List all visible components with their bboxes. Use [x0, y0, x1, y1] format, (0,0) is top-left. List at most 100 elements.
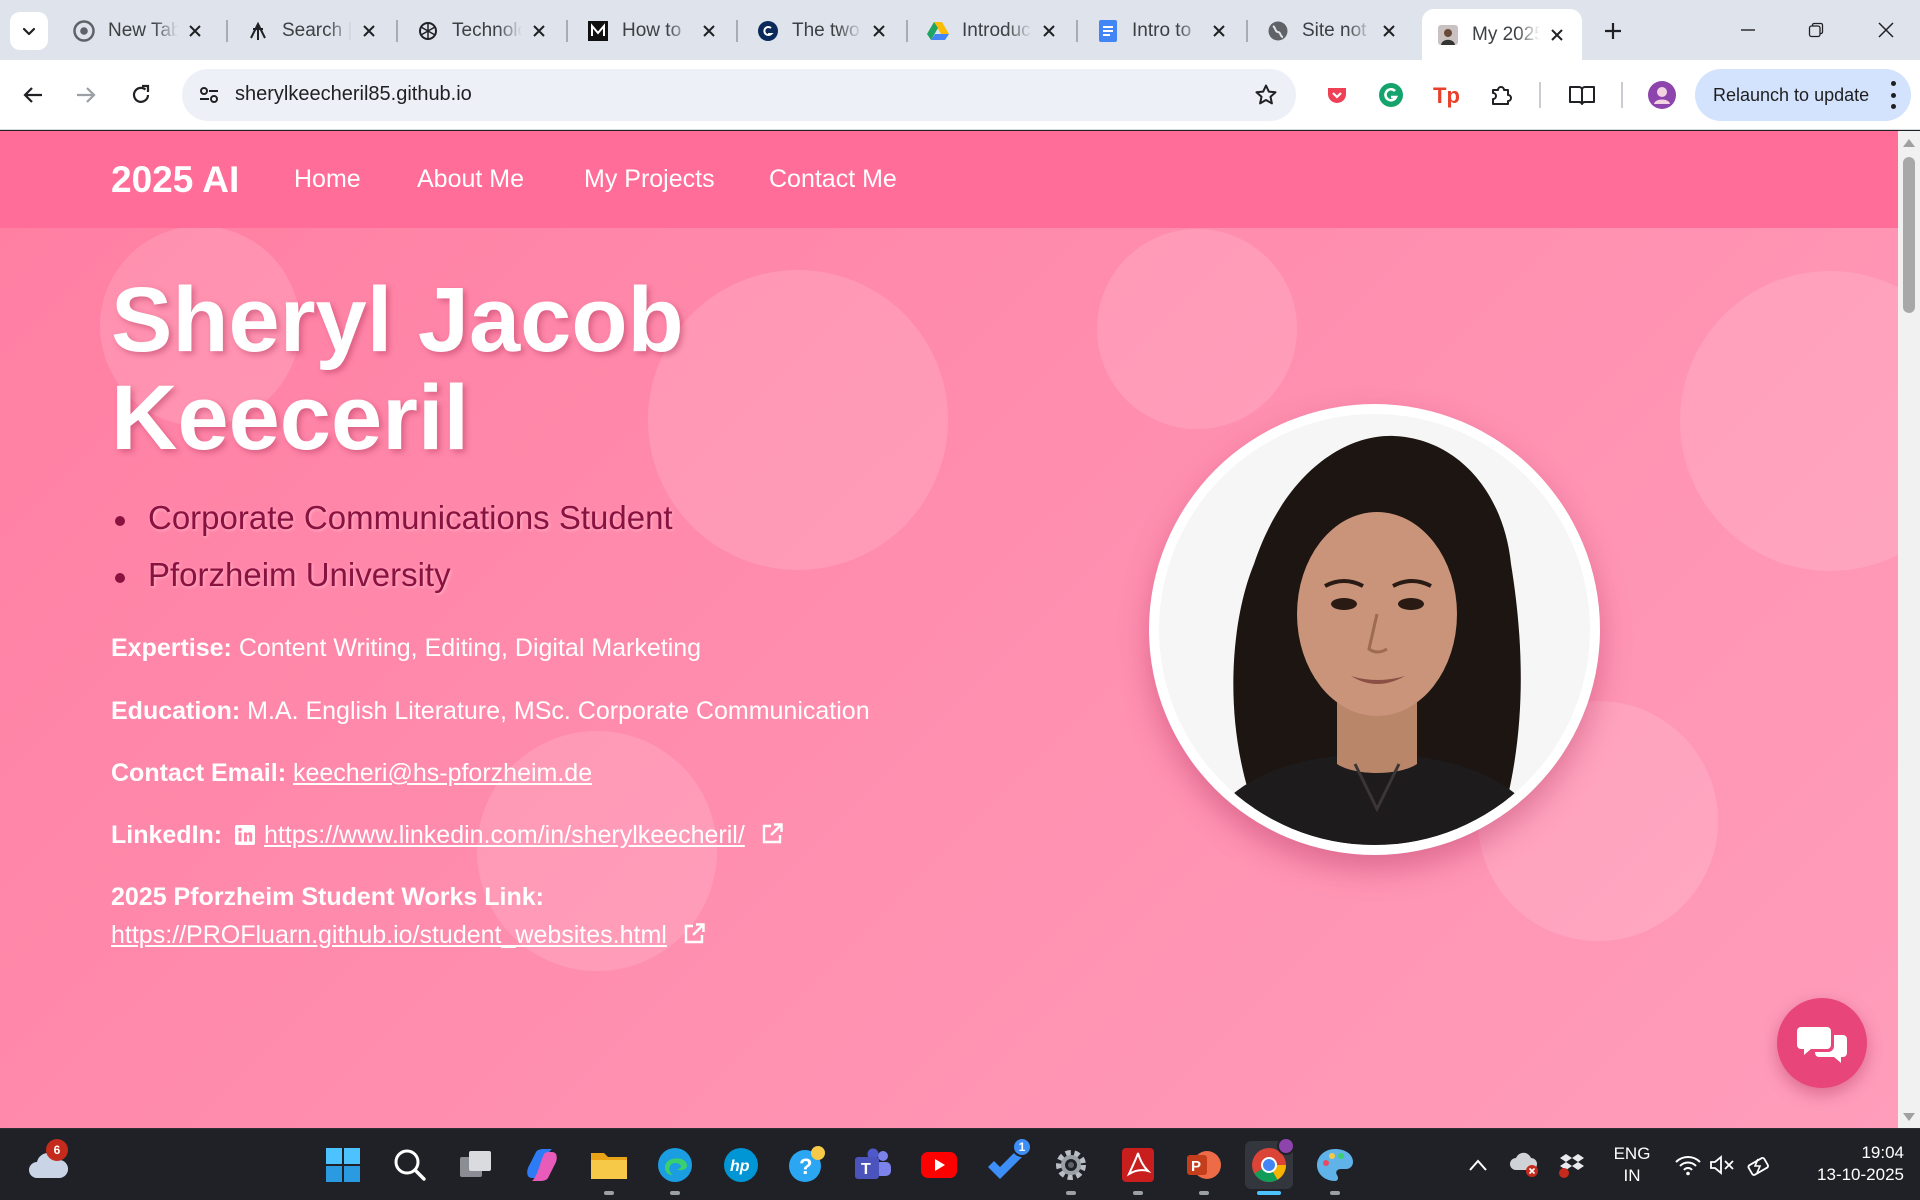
close-tab-icon[interactable] — [698, 20, 720, 42]
new-tab-button[interactable] — [1595, 13, 1631, 49]
url-text[interactable]: sherylkeecheril85.github.io — [235, 83, 472, 106]
external-link-icon[interactable] — [682, 922, 706, 946]
dropbox-tray-icon[interactable] — [1550, 1141, 1594, 1189]
site-brand[interactable]: 2025 AI — [111, 159, 239, 201]
nav-link-about-me[interactable]: About Me — [417, 165, 524, 194]
scroll-up-icon[interactable] — [1903, 139, 1915, 147]
page-scrollbar[interactable] — [1898, 131, 1920, 1128]
address-bar[interactable]: sherylkeecheril85.github.io — [182, 69, 1296, 121]
hp-app[interactable]: hp — [717, 1141, 765, 1189]
tp-extension-icon[interactable]: Tp — [1431, 80, 1461, 110]
powerpoint-icon: P — [1187, 1151, 1221, 1179]
onedrive-tray-icon[interactable] — [1502, 1141, 1546, 1189]
chrome-profile-badge — [1277, 1137, 1295, 1155]
powerpoint-app[interactable]: P — [1180, 1141, 1228, 1195]
clock[interactable]: 19:04 13-10-2025 — [1786, 1142, 1904, 1186]
site-g-icon — [756, 19, 780, 43]
scroll-down-icon[interactable] — [1903, 1113, 1915, 1121]
todo-app[interactable]: 1 — [981, 1137, 1032, 1189]
wifi-icon — [1675, 1156, 1701, 1176]
copilot-app[interactable] — [518, 1141, 566, 1189]
chrome-app[interactable] — [1245, 1137, 1295, 1195]
weather-widget[interactable]: 6 — [24, 1139, 72, 1189]
cloud-error-icon — [1510, 1152, 1538, 1177]
close-tab-icon[interactable] — [868, 20, 890, 42]
tab-title: How to — [622, 20, 682, 41]
language-indicator[interactable]: ENG IN — [1604, 1143, 1660, 1187]
paint-app[interactable] — [1311, 1141, 1359, 1195]
chat-button[interactable] — [1777, 998, 1867, 1088]
close-tab-icon[interactable] — [528, 20, 550, 42]
tab-the-two[interactable]: The two — [742, 9, 904, 53]
reload-button[interactable] — [121, 75, 161, 115]
expertise-line: Expertise: Content Writing, Editing, Dig… — [111, 634, 701, 663]
nav-link-home[interactable]: Home — [294, 165, 361, 194]
get-help-app[interactable]: ? — [783, 1141, 831, 1189]
chrome-icon — [72, 19, 96, 43]
close-tab-icon[interactable] — [1038, 20, 1060, 42]
close-tab-icon[interactable] — [1378, 20, 1400, 42]
minimize-button[interactable] — [1720, 8, 1776, 52]
tab-search[interactable]: Search | Perplexity — [232, 9, 394, 53]
tab-introduction[interactable]: Introduction — [912, 9, 1074, 53]
edge-app[interactable] — [651, 1141, 699, 1195]
teams-app[interactable]: T — [849, 1141, 897, 1189]
tab-how-to[interactable]: How to — [572, 9, 734, 53]
tab-new-tab[interactable]: New Tab — [58, 9, 220, 53]
decor-bubble — [1097, 229, 1297, 429]
close-tab-icon[interactable] — [1208, 20, 1230, 42]
tab-intro-to[interactable]: Intro to — [1082, 9, 1244, 53]
education-line: Education: M.A. English Literature, MSc.… — [111, 697, 870, 726]
close-tab-icon[interactable] — [358, 20, 380, 42]
youtube-icon — [921, 1152, 957, 1178]
tab-title: New Tab — [108, 20, 178, 41]
tab-title: My 2025 AI — [1472, 23, 1540, 45]
grammarly-extension-icon[interactable] — [1376, 80, 1406, 110]
tab-technology[interactable]: Technology — [402, 9, 564, 53]
search-button[interactable] — [386, 1141, 434, 1189]
back-button[interactable] — [13, 75, 53, 115]
perplexity-icon — [246, 19, 270, 43]
task-view-icon — [460, 1151, 491, 1177]
reading-mode-icon[interactable] — [1567, 80, 1597, 110]
hp-icon: hp — [724, 1148, 758, 1182]
task-view-button[interactable] — [452, 1141, 500, 1189]
profile-photo-frame — [1149, 404, 1600, 855]
clock-time: 19:04 — [1861, 1143, 1904, 1162]
relaunch-to-update-button[interactable]: Relaunch to update — [1695, 69, 1911, 121]
file-explorer-app[interactable] — [585, 1141, 633, 1195]
volume-muted-icon — [1710, 1155, 1734, 1175]
settings-app[interactable] — [1047, 1141, 1095, 1195]
bookmark-star-icon[interactable] — [1252, 81, 1280, 109]
battery-tray-icon[interactable] — [1738, 1141, 1782, 1189]
close-tab-icon[interactable] — [1546, 24, 1568, 46]
tray-overflow-button[interactable] — [1456, 1141, 1500, 1189]
works-link[interactable]: https://PROFluarn.github.io/student_webs… — [111, 921, 667, 949]
external-link-icon[interactable] — [760, 822, 784, 846]
profile-avatar-icon[interactable] — [1647, 80, 1677, 110]
start-button[interactable] — [319, 1141, 367, 1189]
nav-link-contact-me[interactable]: Contact Me — [769, 165, 897, 194]
hero-name: Sheryl Jacob Keeceril — [111, 271, 811, 467]
email-link[interactable]: keecheri@hs-pforzheim.de — [293, 759, 592, 787]
hero-name-line2: Keeceril — [111, 367, 470, 469]
acrobat-app[interactable] — [1114, 1141, 1162, 1195]
more-menu-icon[interactable] — [1889, 81, 1897, 109]
tab-search-button[interactable] — [10, 12, 48, 50]
tab-my-2025-ai[interactable]: My 2025 AI — [1422, 9, 1582, 60]
scrollbar-thumb[interactable] — [1903, 157, 1915, 313]
tab-site-not-found[interactable]: Site not found — [1252, 9, 1414, 53]
role-list: Corporate Communications Student Pforzhe… — [111, 489, 673, 603]
nav-link-my-projects[interactable]: My Projects — [584, 165, 715, 194]
restore-button[interactable] — [1788, 8, 1844, 52]
pocket-extension-icon[interactable] — [1322, 80, 1352, 110]
chevron-up-icon — [1469, 1159, 1487, 1171]
forward-button[interactable] — [66, 75, 106, 115]
close-tab-icon[interactable] — [184, 20, 206, 42]
site-info-icon[interactable] — [196, 82, 222, 108]
close-window-button[interactable] — [1858, 8, 1914, 52]
linkedin-link[interactable]: https://www.linkedin.com/in/sherylkeeche… — [264, 821, 745, 849]
extensions-puzzle-icon[interactable] — [1486, 80, 1516, 110]
youtube-app[interactable] — [915, 1141, 963, 1189]
globe-icon — [1266, 19, 1290, 43]
